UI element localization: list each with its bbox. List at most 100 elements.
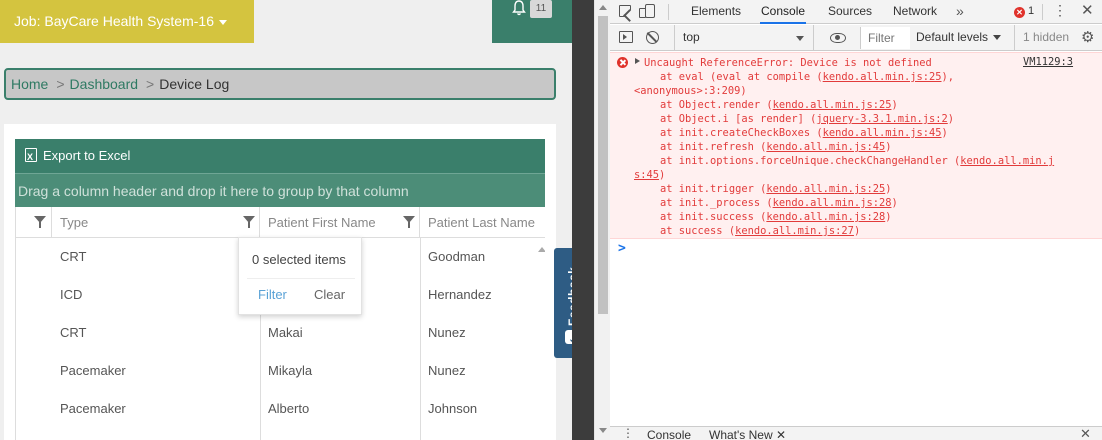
context-selector[interactable]: top — [674, 25, 814, 51]
stack-trace-suffix: ) — [885, 141, 892, 153]
console-output[interactable]: VM1129:3 Uncaught ReferenceError: Device… — [610, 52, 1102, 426]
selected-items-count: 0 selected items — [252, 252, 346, 267]
tab-elements[interactable]: Elements — [690, 0, 742, 24]
more-tabs-button[interactable]: » — [956, 0, 964, 22]
notification-area[interactable]: 11 — [492, 0, 572, 43]
table-row[interactable]: CRT Makai Nunez — [16, 314, 545, 352]
table-row[interactable]: Pacemaker Mikayla Nunez — [16, 352, 545, 390]
stack-trace-suffix: ) — [659, 169, 666, 181]
cell-type: Pacemaker — [60, 401, 126, 416]
group-drop-area[interactable]: Drag a column header and drop it here to… — [15, 173, 545, 207]
job-selector-label: Job: BayCare Health System-16 — [14, 13, 214, 29]
cell-last-name: Nunez — [428, 325, 466, 340]
stack-trace-suffix: ) — [891, 99, 898, 111]
error-count-button[interactable]: ✕ 1 — [1014, 5, 1034, 18]
tab-console[interactable]: Console — [760, 0, 807, 24]
console-prompt[interactable]: > — [618, 241, 626, 256]
drawer-tab-console[interactable]: Console — [647, 428, 691, 440]
stack-trace-source-link[interactable]: kendo.all.min.js:45 — [823, 127, 942, 139]
gear-icon[interactable]: ⚙ — [1081, 30, 1094, 45]
clear-console-icon[interactable] — [646, 31, 659, 44]
column-header-last-name[interactable]: Patient Last Name — [420, 207, 545, 238]
scroll-up-arrow-icon[interactable] — [599, 5, 607, 10]
export-label: Export to Excel — [43, 148, 131, 163]
drawer-menu-icon[interactable]: ⋮ — [622, 427, 634, 439]
chevron-down-icon — [218, 19, 227, 25]
breadcrumb-separator: > — [146, 76, 155, 92]
column-header-type[interactable]: Type — [52, 207, 260, 238]
devtools-drawer-bar: ⋮ Console What's New ✕ ✕ — [610, 426, 1102, 440]
devtools-tab-bar: Elements Console Sources Network » ✕ 1 ⋮ … — [610, 0, 1102, 24]
cell-type: CRT — [60, 325, 87, 340]
console-error-message[interactable]: VM1129:3 Uncaught ReferenceError: Device… — [610, 52, 1102, 239]
drawer-tab-whats-new[interactable]: What's New ✕ — [709, 428, 786, 440]
filter-button[interactable]: Filter — [258, 287, 287, 302]
scrollbar-thumb[interactable] — [598, 16, 608, 314]
stack-trace-text: at Object.i [as render] ( — [660, 113, 817, 125]
close-drawer-icon[interactable]: ✕ — [1080, 426, 1091, 440]
stack-trace-source-link[interactable]: kendo.all.min.js:45 — [766, 141, 885, 153]
cell-type: CRT — [60, 249, 87, 264]
expand-triangle-icon[interactable] — [635, 58, 640, 64]
stack-trace-source-link[interactable]: s:45 — [634, 169, 659, 181]
stack-trace-suffix: ), — [941, 71, 955, 83]
inspect-element-icon[interactable] — [619, 5, 631, 17]
clear-button[interactable]: Clear — [314, 287, 345, 302]
table-row[interactable]: Pacemaker Alberto Johnson — [16, 390, 545, 428]
tab-sources[interactable]: Sources — [827, 0, 873, 24]
stack-trace-line: at init.createCheckBoxes (kendo.all.min.… — [660, 126, 948, 140]
error-source-link[interactable]: VM1129:3 — [1023, 56, 1073, 68]
stack-trace-source-link[interactable]: kendo.all.min.js:25 — [766, 183, 885, 195]
stack-trace-source-link[interactable]: kendo.all.min.js:28 — [773, 197, 892, 209]
stack-trace-line: s:45) — [634, 168, 665, 182]
filter-icon[interactable] — [243, 216, 255, 228]
stack-trace-text: <anonymous>:3:209) — [634, 85, 747, 97]
error-message-text: Uncaught ReferenceError: Device is not d… — [644, 56, 932, 70]
stack-trace-source-link[interactable]: jquery-3.3.1.min.js:2 — [816, 113, 947, 125]
popup-divider — [247, 278, 355, 279]
live-expression-eye-icon[interactable] — [830, 33, 846, 43]
stack-trace-source-link[interactable]: kendo.all.min.js:27 — [735, 225, 854, 237]
column-header-spacer — [16, 207, 52, 238]
stack-trace-line: <anonymous>:3:209) — [634, 84, 747, 98]
cell-type: ICD — [60, 287, 83, 302]
cell-last-name: Nunez — [428, 363, 466, 378]
stack-trace-suffix: ) — [891, 197, 898, 209]
log-levels-dropdown[interactable]: Default levels — [916, 25, 1002, 51]
breadcrumb-dashboard[interactable]: Dashboard — [70, 76, 139, 92]
device-toolbar-icon[interactable] — [639, 4, 655, 18]
page-scrollbar[interactable] — [594, 0, 610, 440]
stack-trace-source-link[interactable]: kendo.all.min.js:25 — [773, 99, 892, 111]
error-icon: ✕ — [1014, 7, 1025, 18]
stack-trace-suffix: ) — [947, 113, 955, 125]
stack-trace-source-link[interactable]: kendo.all.min.j — [960, 155, 1054, 167]
stack-trace-text: at init.success ( — [660, 211, 767, 223]
stack-trace-source-link[interactable]: kendo.all.min.js:28 — [766, 211, 885, 223]
filter-icon[interactable] — [403, 216, 415, 228]
scroll-down-arrow-icon[interactable] — [599, 428, 607, 433]
stack-trace-suffix: ) — [941, 127, 948, 139]
console-filter-input[interactable] — [860, 27, 910, 49]
column-header-first-name[interactable]: Patient First Name — [260, 207, 420, 238]
job-selector-dropdown[interactable]: Job: BayCare Health System-16 — [0, 0, 254, 43]
grid-toolbar: Export to Excel — [15, 139, 545, 174]
more-options-icon[interactable]: ⋮ — [1053, 2, 1067, 19]
show-sidebar-icon[interactable] — [619, 31, 633, 43]
close-icon[interactable]: ✕ — [1081, 1, 1094, 19]
tab-network[interactable]: Network — [892, 0, 938, 24]
stack-trace-suffix: ) — [853, 225, 861, 237]
close-icon[interactable]: ✕ — [776, 428, 786, 440]
toolbar-separator — [668, 4, 669, 20]
chevron-down-icon — [993, 35, 1002, 40]
breadcrumb: Home > Dashboard > Device Log — [4, 68, 556, 100]
breadcrumb-separator: > — [56, 76, 65, 92]
stack-trace-text: at success ( — [660, 225, 736, 237]
pane-resize-divider[interactable] — [572, 0, 594, 440]
bell-icon[interactable] — [512, 0, 526, 16]
filter-icon[interactable] — [34, 216, 46, 228]
export-to-excel-button[interactable]: Export to Excel — [25, 140, 131, 174]
stack-trace-line: at init.options.forceUnique.checkChangeH… — [660, 154, 1054, 168]
stack-trace-source-link[interactable]: kendo.all.min.js:25 — [823, 71, 942, 83]
stack-trace-text: at init._process ( — [660, 197, 773, 209]
breadcrumb-home[interactable]: Home — [11, 76, 48, 92]
